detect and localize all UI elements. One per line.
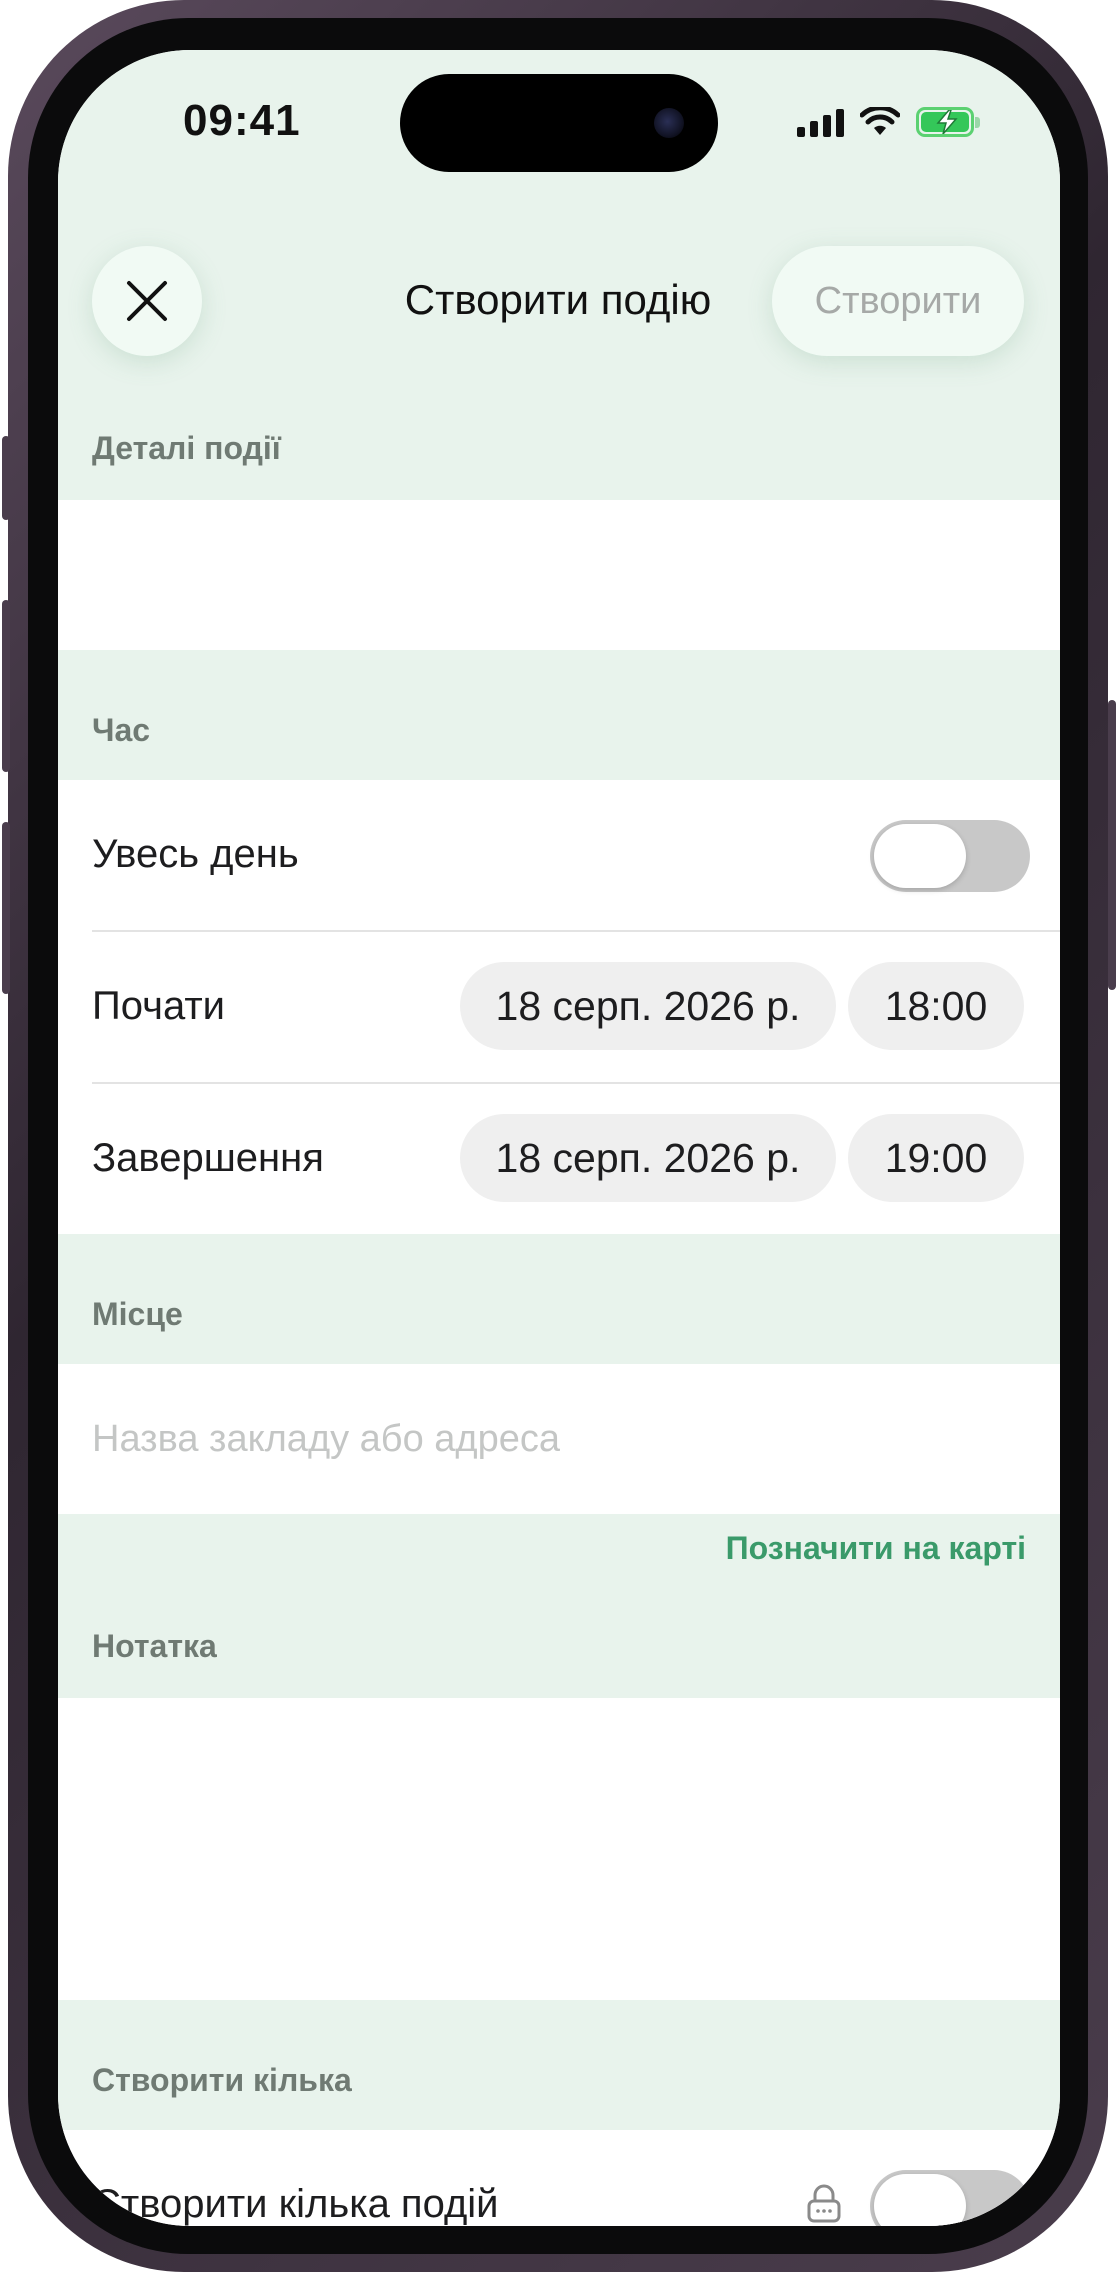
- volume-up-button: [2, 600, 10, 772]
- wifi-icon: [860, 107, 900, 135]
- all-day-toggle[interactable]: [870, 820, 1030, 892]
- volume-down-button: [2, 822, 10, 994]
- section-label-note: Нотатка: [92, 1628, 217, 1664]
- camera-icon: [654, 108, 684, 138]
- start-time-picker[interactable]: 18:00: [848, 962, 1024, 1050]
- create-button[interactable]: Створити: [772, 246, 1024, 356]
- toggle-knob: [874, 824, 966, 888]
- start-date-picker[interactable]: 18 серп. 2026 р.: [460, 962, 836, 1050]
- section-time: Час: [58, 650, 1060, 780]
- status-time: 09:41: [183, 96, 301, 145]
- place-placeholder: Назва закладу або адреса: [92, 1418, 560, 1460]
- start-label: Почати: [92, 984, 225, 1028]
- status-bar: 09:41: [58, 50, 1060, 190]
- multiple-block: Створити кілька подій: [58, 2130, 1060, 2226]
- page-title: Створити подію: [404, 276, 712, 323]
- toggle-knob: [874, 2174, 966, 2226]
- note-input[interactable]: [58, 1698, 1060, 2000]
- section-multiple: Створити кілька: [58, 2000, 1060, 2130]
- battery-charging-icon: [916, 107, 980, 137]
- divider: [92, 930, 1060, 932]
- close-icon: [127, 281, 167, 321]
- section-note: Позначити на карті Нотатка: [58, 1514, 1060, 1698]
- dynamic-island: [400, 74, 718, 172]
- section-details: Деталі події: [58, 410, 1060, 500]
- end-date-picker[interactable]: 18 серп. 2026 р.: [460, 1114, 836, 1202]
- section-label-time: Час: [92, 712, 151, 748]
- time-block: Увесь день Почати 18 серп. 2026 р. 18:00…: [58, 780, 1060, 1234]
- mark-on-map-link[interactable]: Позначити на карті: [726, 1530, 1026, 1567]
- power-button: [1108, 700, 1116, 990]
- multiple-events-label: Створити кілька подій: [92, 2182, 499, 2226]
- multiple-events-toggle[interactable]: [870, 2170, 1030, 2226]
- status-icons: [797, 102, 980, 142]
- section-place: Місце: [58, 1234, 1060, 1364]
- end-time-picker[interactable]: 19:00: [848, 1114, 1024, 1202]
- all-day-label: Увесь день: [92, 832, 299, 876]
- section-label-details: Деталі події: [92, 430, 281, 466]
- action-button: [2, 436, 10, 520]
- divider: [92, 1082, 1060, 1084]
- cellular-signal-icon: [797, 107, 844, 137]
- event-title-input[interactable]: [58, 500, 1060, 650]
- screen: 09:41 Створити подію Створити Деталі под…: [58, 50, 1060, 2226]
- lock-icon: [807, 2184, 841, 2223]
- navigation-bar: Створити подію Створити: [58, 190, 1060, 410]
- end-label: Завершення: [92, 1136, 324, 1180]
- close-button[interactable]: [92, 246, 202, 356]
- place-input[interactable]: Назва закладу або адреса: [58, 1364, 1060, 1514]
- section-label-place: Місце: [92, 1296, 183, 1332]
- section-label-multiple: Створити кілька: [92, 2062, 352, 2098]
